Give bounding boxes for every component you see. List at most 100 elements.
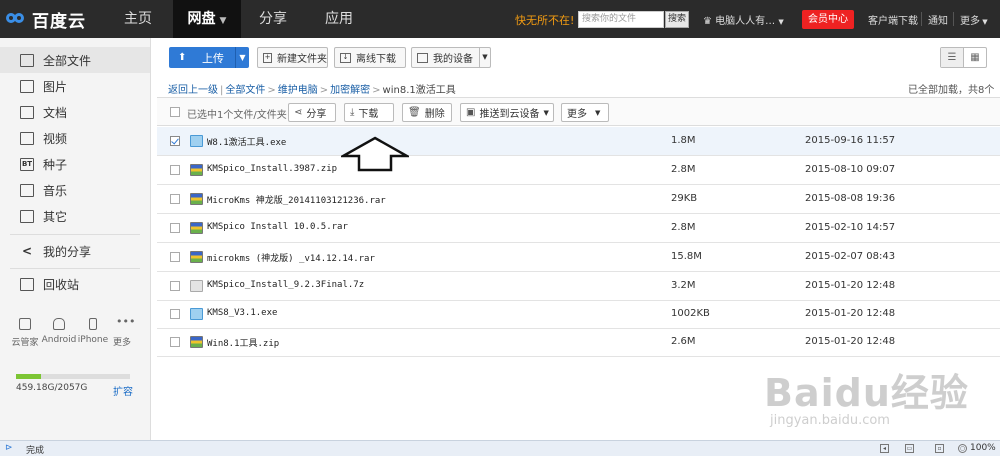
breadcrumb-item[interactable]: 全部文件 [225, 85, 265, 96]
nav-apps[interactable]: 应用 [309, 0, 369, 38]
sidebar-item-my-shares[interactable]: < 我的分享 [0, 238, 150, 264]
sidebar-item-torrents[interactable]: BT 种子 [0, 151, 150, 177]
file-row[interactable]: KMS8_V3.1.exe 1002KB 2015-01-20 12:48 [157, 300, 1000, 329]
more-menu[interactable]: 更多 ▼ [960, 12, 988, 27]
client-download-link[interactable]: 客户端下载 [868, 12, 918, 27]
breadcrumb-separator: > [267, 85, 276, 96]
device-cloud-manager[interactable]: 云管家 [7, 318, 43, 348]
push-device-icon: ▣ [466, 107, 476, 118]
device-label: 云管家 [11, 338, 39, 348]
sidebar-item-images[interactable]: 图片 [0, 73, 150, 99]
promo-text[interactable]: 快无所不在! [515, 12, 574, 28]
file-name[interactable]: Win8.1工具.zip [207, 336, 279, 349]
status-text: 完成 [26, 446, 45, 456]
offline-download-icon: ↓ [340, 52, 351, 63]
nav-netdisk[interactable]: 网盘 ▼ [173, 0, 241, 38]
sidebar-item-documents[interactable]: 文档 [0, 99, 150, 125]
security-icon[interactable]: ▫ [935, 444, 944, 453]
vip-center-button[interactable]: 会员中心 [802, 10, 854, 29]
share-icon: < [21, 244, 33, 258]
file-checkbox[interactable] [170, 165, 180, 175]
file-checkbox[interactable] [170, 337, 180, 347]
nav-share[interactable]: 分享 [243, 0, 303, 38]
selection-count: 已选中1个文件/文件夹 [187, 110, 287, 121]
breadcrumb-separator: > [319, 85, 329, 96]
sidebar-item-all-files[interactable]: 全部文件 [0, 47, 150, 73]
share-button[interactable]: ⋖ 分享 [288, 103, 336, 122]
file-row[interactable]: microkms (神龙版) _v14.12.14.rar 15.8M 2015… [157, 243, 1000, 272]
offline-download-button[interactable]: ↓ 离线下载 [334, 47, 406, 68]
grid-view-icon[interactable]: ▦ [964, 48, 986, 67]
sidebar-item-music[interactable]: 音乐 [0, 177, 150, 203]
file-name[interactable]: KMSpico_Install.3987.zip [207, 164, 337, 174]
device-android[interactable]: Android [41, 318, 77, 345]
baidu-cloud-logo[interactable]: 百度云 [6, 8, 86, 32]
file-checkbox[interactable] [170, 281, 180, 291]
push-label: 推送到云设备 [479, 109, 540, 120]
file-size: 2.8M [671, 164, 696, 175]
push-to-device-button[interactable]: ▣ 推送到云设备 ▼ [460, 103, 554, 122]
chevron-down-icon[interactable]: ▼ [479, 48, 490, 67]
file-name[interactable]: KMS8_V3.1.exe [207, 308, 277, 318]
breadcrumb-item[interactable]: 加密解密 [330, 85, 370, 96]
select-all-checkbox[interactable] [170, 107, 180, 117]
file-row[interactable]: Win8.1工具.zip 2.6M 2015-01-20 12:48 [157, 328, 1000, 357]
file-row[interactable]: MicroKms 神龙版_20141103121236.rar 29KB 201… [157, 185, 1000, 214]
more-label: 更多 [567, 109, 587, 120]
file-row[interactable]: KMSpico_Install_9.2.3Final.7z 3.2M 2015-… [157, 272, 1000, 301]
printer-icon[interactable]: ▭ [905, 444, 914, 453]
search-button[interactable]: 搜索 [665, 11, 689, 28]
main-toolbar: ⬆ 上传 ▼ + 新建文件夹 ↓ 离线下载 我的设备 ▼ ☰ ▦ [151, 38, 1000, 76]
download-button[interactable]: ⤓ 下载 [344, 103, 394, 122]
breadcrumb: 返回上一级 | 全部文件 > 维护电脑 > 加密解密 > win8.1激活工具 [168, 81, 456, 96]
upload-button[interactable]: ⬆ 上传 ▼ [169, 47, 249, 68]
file-row[interactable]: KMSpico Install 10.0.5.rar 2.8M 2015-02-… [157, 214, 1000, 243]
up-arrow-annotation-icon [341, 136, 409, 172]
more-actions-button[interactable]: 更多 ▼ [561, 103, 609, 122]
sidebar-item-videos[interactable]: 视频 [0, 125, 150, 151]
new-folder-button[interactable]: + 新建文件夹 [257, 47, 328, 68]
speaker-icon[interactable]: ◂ [880, 444, 889, 453]
file-name[interactable]: W8.1激活工具.exe [207, 135, 286, 148]
device-label: Android [41, 335, 77, 345]
offline-download-label: 离线下载 [356, 54, 396, 65]
storage-quota-fill [16, 374, 42, 379]
sidebar-item-label: 其它 [43, 209, 68, 224]
nav-home[interactable]: 主页 [108, 0, 168, 38]
delete-button[interactable]: 🗑 删除 [402, 103, 452, 122]
device-more[interactable]: ••• 更多 [104, 316, 140, 348]
document-icon [20, 105, 34, 119]
file-name[interactable]: KMSpico_Install_9.2.3Final.7z [207, 280, 364, 290]
zoom-level[interactable]: 100% [970, 443, 996, 453]
archive-file-icon [190, 193, 203, 205]
list-view-icon[interactable]: ☰ [941, 48, 964, 67]
search-input[interactable]: 搜索你的文件 [578, 11, 664, 28]
sidebar-divider [10, 268, 140, 269]
file-row[interactable]: W8.1激活工具.exe 1.8M 2015-09-16 11:57 [157, 127, 1000, 156]
sidebar-item-label: 种子 [43, 157, 68, 172]
user-menu[interactable]: ♛ 电脑人人有… ▼ [703, 12, 784, 27]
chevron-down-icon[interactable]: ▼ [235, 47, 249, 68]
sidebar-item-other[interactable]: 其它 [0, 203, 150, 229]
device-label: 更多 [112, 338, 131, 348]
file-checkbox[interactable] [170, 252, 180, 262]
file-checkbox[interactable] [170, 309, 180, 319]
file-date: 2015-08-08 19:36 [805, 193, 896, 204]
share-icon: ⋖ [294, 107, 303, 118]
breadcrumb-item[interactable]: 维护电脑 [278, 85, 318, 96]
file-name[interactable]: MicroKms 神龙版_20141103121236.rar [207, 193, 386, 206]
breadcrumb-back[interactable]: 返回上一级 [168, 85, 218, 96]
file-name[interactable]: microkms (神龙版) _v14.12.14.rar [207, 251, 375, 264]
sidebar-item-label: 文档 [43, 105, 68, 120]
file-checkbox[interactable] [170, 136, 180, 146]
notification-link[interactable]: 通知 [928, 12, 948, 27]
expand-storage-link[interactable]: 扩容 [113, 383, 133, 398]
file-row[interactable]: KMSpico_Install.3987.zip 2.8M 2015-08-10… [157, 156, 1000, 185]
sidebar-item-recycle-bin[interactable]: 回收站 [0, 271, 150, 297]
file-checkbox[interactable] [170, 194, 180, 204]
my-devices-button[interactable]: 我的设备 ▼ [411, 47, 491, 68]
globe-icon[interactable]: ○ [958, 444, 967, 453]
download-icon: ⤓ [350, 107, 355, 118]
file-name[interactable]: KMSpico Install 10.0.5.rar [207, 222, 348, 232]
file-checkbox[interactable] [170, 223, 180, 233]
